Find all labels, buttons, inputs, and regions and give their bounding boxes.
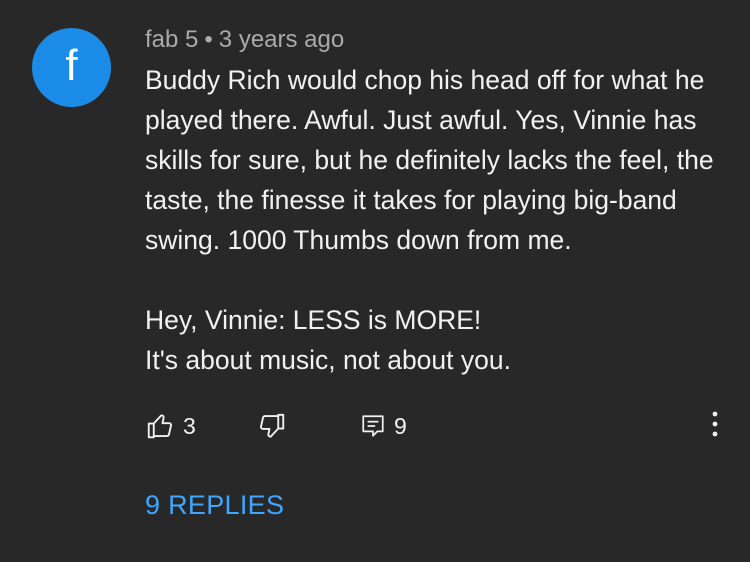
view-replies-button[interactable]: 9 REPLIES [145,490,284,521]
reply-comment-icon [360,413,386,439]
author-avatar[interactable]: f [32,28,111,107]
comment-body: Buddy Rich would chop his head off for w… [145,60,735,380]
more-vertical-icon [712,411,718,442]
comment-timestamp[interactable]: 3 years ago [219,26,344,53]
comment-meta: fab 5 • 3 years ago [145,26,344,54]
meta-separator: • [204,26,213,53]
thumbs-up-icon [145,411,175,441]
comment-paragraph: Buddy Rich would chop his head off for w… [145,65,714,255]
like-button[interactable]: 3 [145,406,196,446]
like-count: 3 [183,412,196,439]
dislike-button[interactable] [257,406,287,446]
author-name[interactable]: fab 5 [145,26,198,53]
thumbs-down-icon [257,411,287,441]
reply-count: 9 [394,412,407,439]
avatar-letter: f [65,40,78,90]
comment-line: It's about music, not about you. [145,345,511,375]
more-options-button[interactable] [705,406,725,446]
reply-button[interactable]: 9 [360,406,407,446]
comment-actions: 3 9 [145,406,735,446]
comment-line: Hey, Vinnie: LESS is MORE! [145,305,482,335]
